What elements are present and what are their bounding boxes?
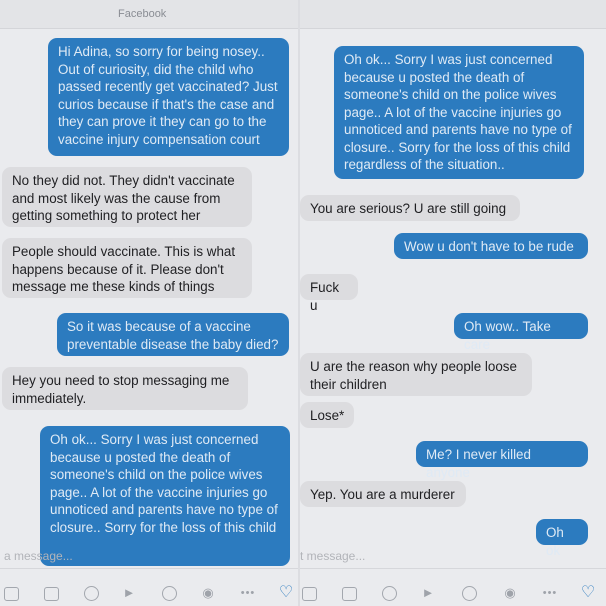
message-bubble-incoming: Lose*: [300, 402, 354, 428]
message-bubble-outgoing: Me? I never killed anyone: [416, 441, 588, 480]
more-icon[interactable]: •••: [538, 585, 562, 601]
like-icon[interactable]: ♡: [580, 585, 596, 601]
message-bubble-incoming: Yep. You are a murderer: [300, 481, 466, 507]
dollar-icon[interactable]: [162, 586, 177, 601]
camera-icon[interactable]: [302, 587, 317, 601]
message-bubble-incoming: People should vaccinate. This is what ha…: [2, 238, 252, 298]
message-bubble-incoming: Hey you need to stop messaging me immedi…: [2, 367, 248, 410]
left-conversation-panel: Facebook Hi Adina, so sorry for being no…: [0, 0, 300, 606]
photo-icon[interactable]: [44, 587, 59, 601]
message-bubble-outgoing: Oh ok: [536, 519, 588, 558]
location-icon[interactable]: ◉: [502, 585, 518, 601]
microphone-icon[interactable]: ►: [121, 585, 137, 601]
message-bubble-outgoing: Wow u don't have to be rude: [394, 233, 588, 259]
message-bubble-outgoing: So it was because of a vaccine preventab…: [57, 313, 289, 356]
message-bubble-outgoing: Oh wow.. Take care: [454, 313, 588, 352]
message-bubble-incoming: No they did not. They didn't vaccinate a…: [2, 167, 252, 227]
message-bubble-incoming: You are serious? U are still going: [300, 195, 520, 221]
conversation-header: [300, 0, 606, 29]
location-icon[interactable]: ◉: [200, 585, 216, 601]
composer-divider: [0, 568, 300, 569]
header-title: Facebook: [118, 8, 167, 20]
message-bubble-outgoing: Oh ok... Sorry I was just concerned beca…: [40, 426, 290, 566]
photo-icon[interactable]: [342, 587, 357, 601]
message-input[interactable]: a message...: [4, 549, 73, 563]
message-bubble-incoming: Fuck u: [300, 274, 358, 313]
message-input[interactable]: t message...: [300, 549, 365, 563]
right-conversation-panel: Oh ok... Sorry I was just concerned beca…: [300, 0, 606, 606]
emoji-icon[interactable]: [84, 586, 99, 601]
emoji-icon[interactable]: [382, 586, 397, 601]
conversation-header: Facebook: [0, 0, 300, 29]
like-icon[interactable]: ♡: [278, 585, 294, 601]
composer-toolbar: ► ◉ ••• ♡: [300, 585, 606, 606]
message-bubble-outgoing: Hi Adina, so sorry for being nosey.. Out…: [48, 38, 289, 156]
message-bubble-outgoing: Oh ok... Sorry I was just concerned beca…: [334, 46, 584, 179]
microphone-icon[interactable]: ►: [420, 585, 436, 601]
more-icon[interactable]: •••: [236, 585, 260, 601]
camera-icon[interactable]: [4, 587, 19, 601]
message-bubble-incoming: U are the reason why people loose their …: [300, 353, 532, 396]
composer-toolbar: ► ◉ ••• ♡: [0, 585, 300, 606]
composer-divider: [300, 568, 606, 569]
dollar-icon[interactable]: [462, 586, 477, 601]
